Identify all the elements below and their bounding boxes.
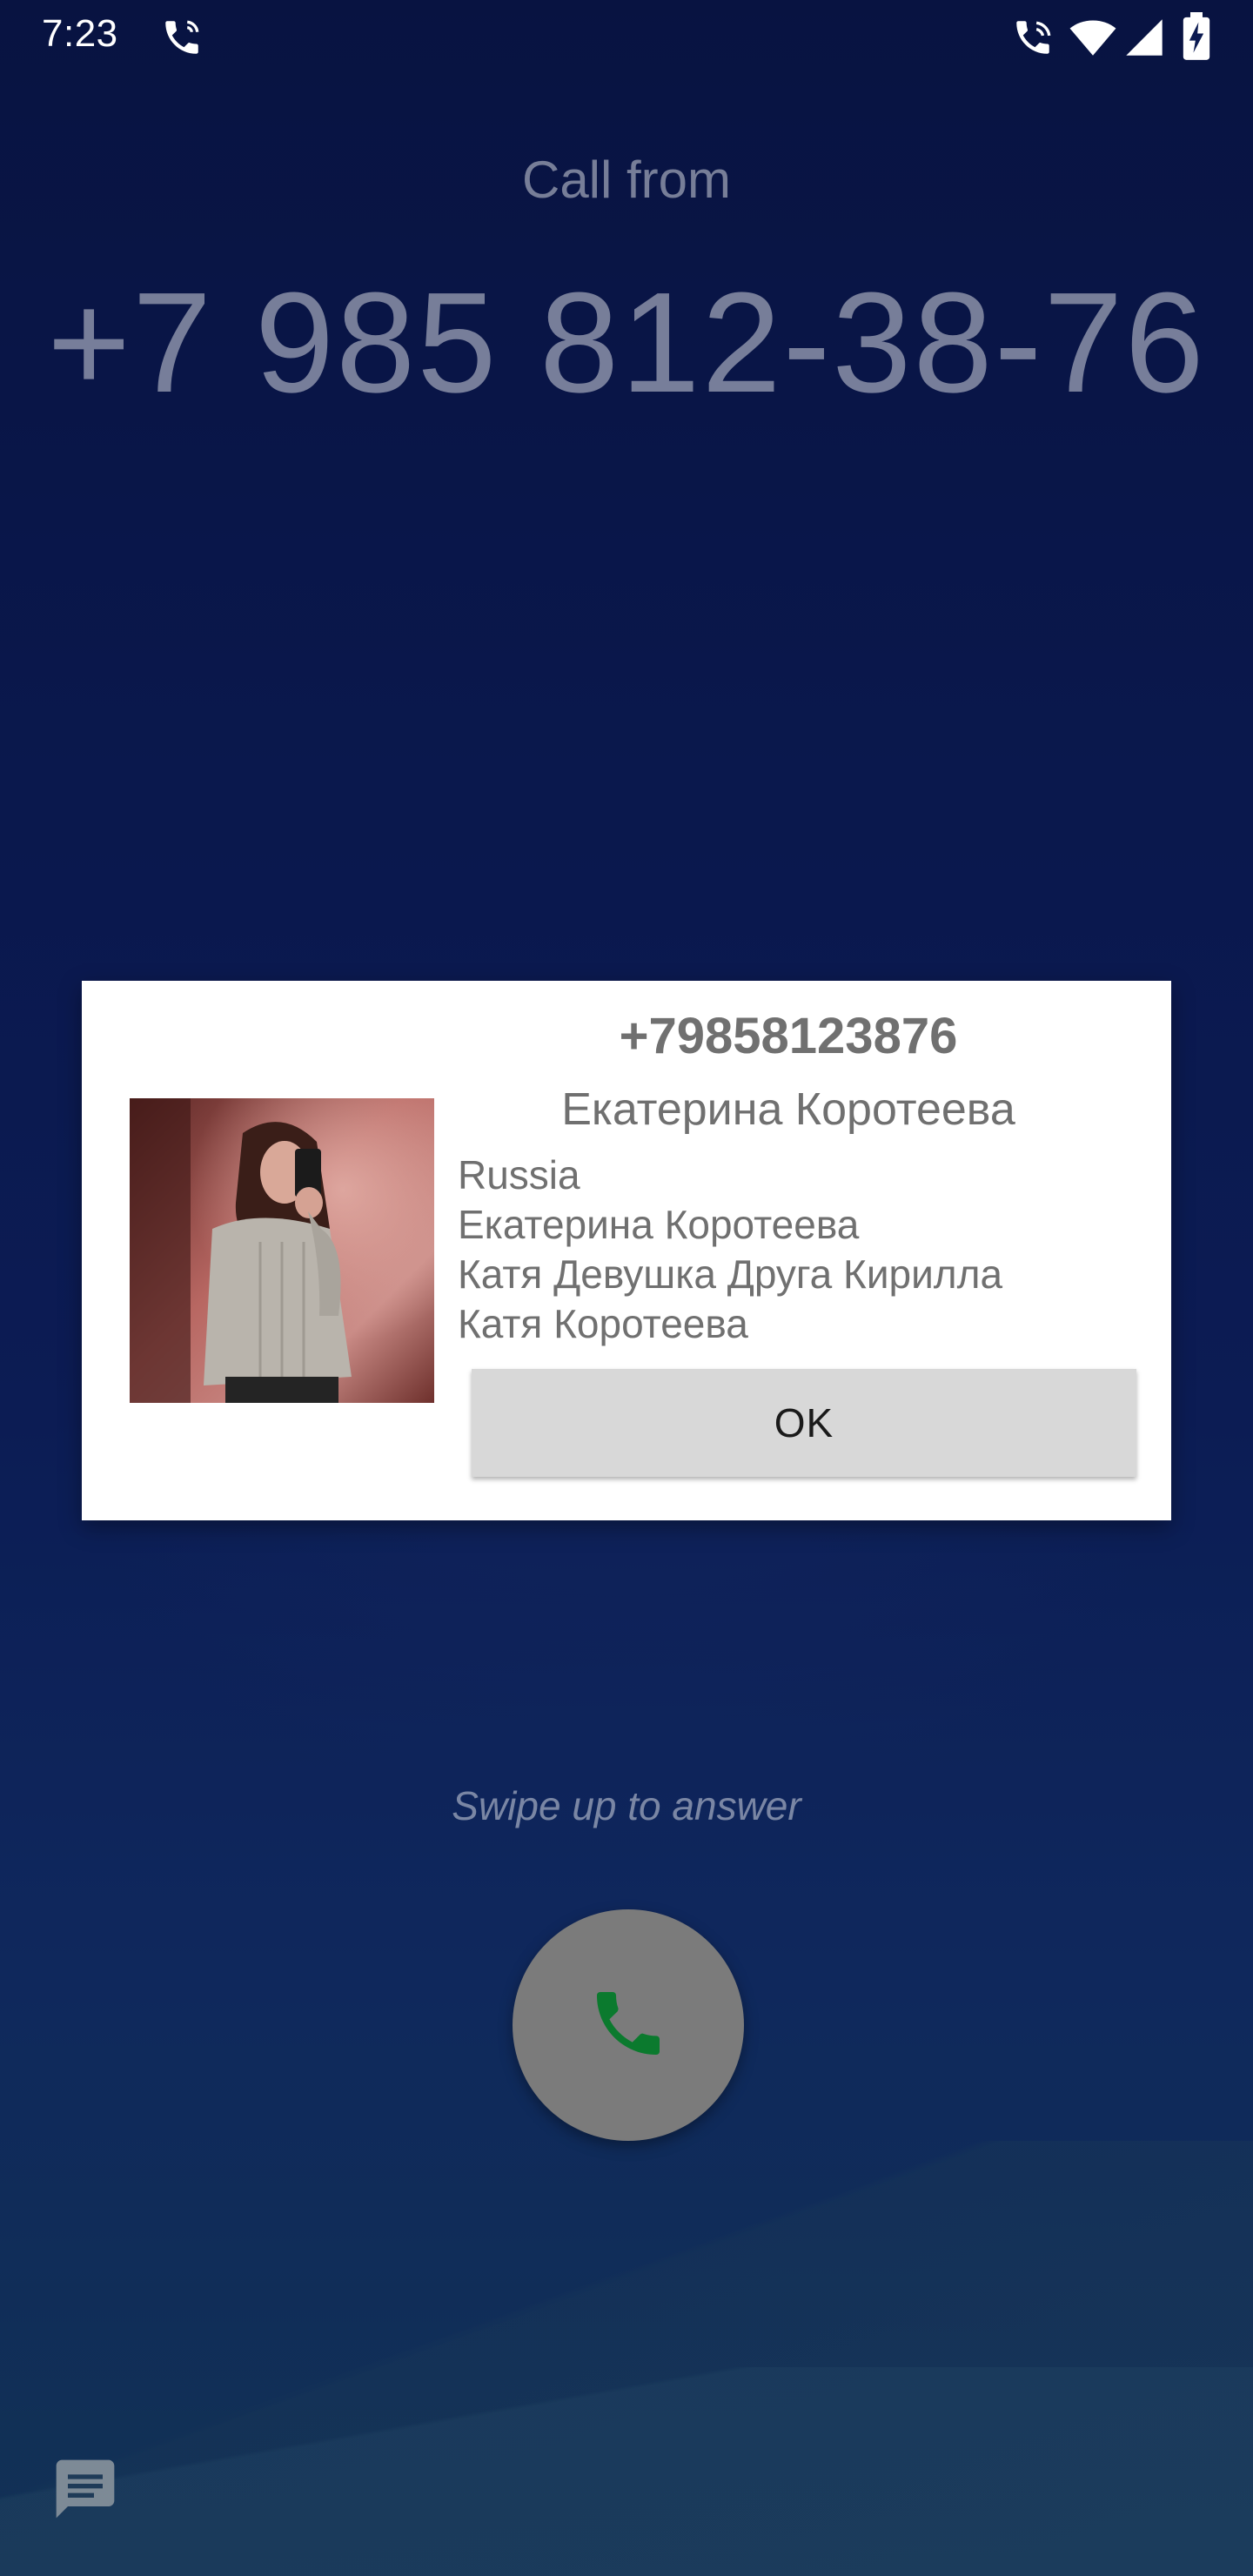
swipe-up-hint: Swipe up to answer (452, 1783, 801, 1828)
caller-phone-number: +7 985 812-38-76 (47, 263, 1206, 422)
phone-icon (586, 1982, 670, 2070)
wifi-icon (1069, 17, 1117, 62)
ok-button[interactable]: OK (472, 1369, 1136, 1477)
dialog-alias: Катя Девушка Друга Кирилла (458, 1251, 1003, 1297)
contact-photo (130, 1098, 434, 1403)
dialog-alias: Екатерина Коротеева (458, 1202, 860, 1247)
status-time: 7:23 (42, 12, 118, 55)
dialog-country: Russia (458, 1152, 580, 1197)
caller-info-dialog: +79858123876 Екатерина Коротеева Russia … (82, 981, 1171, 1520)
dialog-alias: Катя Коротеева (458, 1301, 748, 1346)
call-from-label: Call from (521, 151, 732, 209)
status-bar: 7:23 (0, 0, 1253, 73)
battery-charging-icon (1182, 12, 1211, 65)
dialog-phone-number: +79858123876 (619, 1008, 958, 1064)
answer-call-button[interactable] (513, 1909, 744, 2141)
signal-icon (1124, 17, 1164, 62)
call-active-icon (160, 16, 204, 64)
dialog-contact-name: Екатерина Коротеева (561, 1084, 1015, 1135)
message-icon[interactable] (50, 2454, 120, 2528)
wifi-call-icon (1011, 16, 1055, 64)
